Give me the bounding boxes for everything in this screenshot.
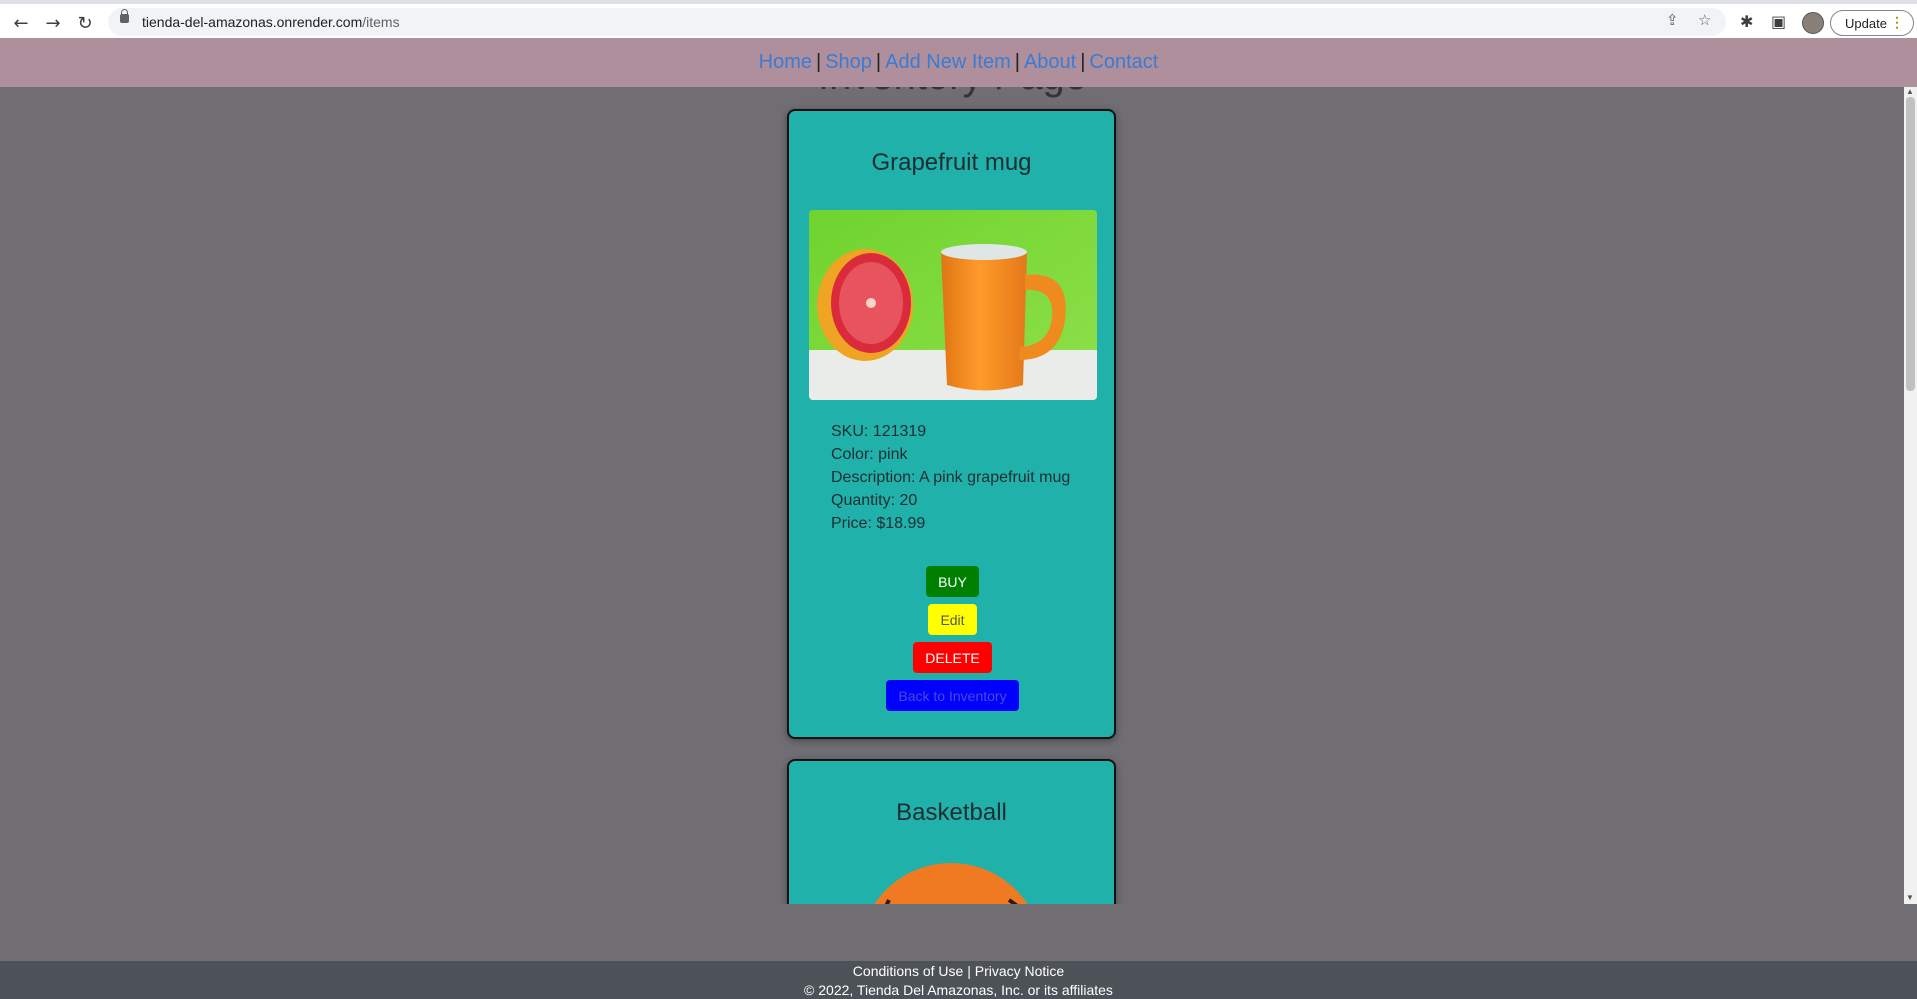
back-to-inventory-button[interactable]: Back to Inventory <box>886 680 1019 711</box>
nav-separator: | <box>1014 51 1020 73</box>
item-image-grapefruit-mug <box>809 210 1097 400</box>
bookmark-star-icon[interactable]: ☆ <box>1698 11 1711 29</box>
forward-arrow-icon[interactable]: → <box>40 10 66 36</box>
nav-link-home[interactable]: Home <box>759 51 812 74</box>
side-panel-icon[interactable]: ▣ <box>1771 12 1786 31</box>
item-sku: SKU: 121319 <box>831 423 927 440</box>
item-image-basketball <box>809 860 1097 904</box>
main-content: Inventory Page Grapefruit mug <box>0 87 1917 904</box>
item-details: SKU: 121319 Color: pink Description: A p… <box>831 420 1070 535</box>
privacy-notice-link[interactable]: Privacy Notice <box>975 963 1064 979</box>
reload-icon[interactable]: ↻ <box>72 10 98 36</box>
item-card-basketball: Basketball <box>787 759 1116 904</box>
basketball-photo <box>874 863 1028 904</box>
item-card-grapefruit-mug: Grapefruit mug SKU: 121319 Color: pink D… <box>787 109 1116 739</box>
extensions-puzzle-icon[interactable]: ✱ <box>1740 12 1753 31</box>
profile-avatar[interactable] <box>1802 12 1824 34</box>
share-icon[interactable]: ⇪ <box>1666 11 1679 29</box>
item-title: Grapefruit mug <box>871 149 1032 176</box>
nav-link-shop[interactable]: Shop <box>825 51 872 74</box>
item-title: Basketball <box>896 799 1007 826</box>
url-path: /items <box>362 14 400 30</box>
address-bar[interactable]: tienda-del-amazonas.onrender.com/items ⇪… <box>108 8 1726 36</box>
item-price: Price: $18.99 <box>831 515 926 532</box>
update-button[interactable]: Update ⋮ <box>1830 10 1914 36</box>
item-quantity: Quantity: 20 <box>831 492 918 509</box>
url-host: tienda-del-amazonas.onrender.com <box>142 14 363 30</box>
menu-kebab-icon: ⋮ <box>1890 14 1904 30</box>
scroll-up-arrow-icon[interactable]: ▲ <box>1906 87 1914 96</box>
lock-icon <box>120 9 129 23</box>
page-scrollbar[interactable]: ▲ ▼ <box>1904 87 1917 904</box>
nav-link-contact[interactable]: Contact <box>1089 51 1158 74</box>
item-color: Color: pink <box>831 446 908 463</box>
url-text[interactable]: tienda-del-amazonas.onrender.com/items <box>142 14 400 30</box>
scroll-down-arrow-icon[interactable]: ▼ <box>1906 893 1914 902</box>
nav-separator: | <box>875 51 882 73</box>
browser-toolbar: ← → ↻ tienda-del-amazonas.onrender.com/i… <box>0 0 1917 38</box>
footer-links: Conditions of Use | Privacy Notice <box>0 963 1917 979</box>
scrollbar-thumb[interactable] <box>1906 97 1915 391</box>
copyright-text: © 2022, Tienda Del Amazonas, Inc. or its… <box>804 982 1113 998</box>
conditions-of-use-link[interactable]: Conditions of Use <box>853 963 964 979</box>
nav-separator: | <box>1080 51 1086 73</box>
site-footer: Conditions of Use | Privacy Notice © 202… <box>0 961 1917 999</box>
footer-separator: | <box>967 963 971 979</box>
buy-button[interactable]: BUY <box>926 566 979 597</box>
nav-separator: | <box>816 51 822 73</box>
site-navigation: Home | Shop | Add New Item | About | Con… <box>0 38 1917 87</box>
nav-link-add-new-item[interactable]: Add New Item <box>885 51 1011 74</box>
back-arrow-icon[interactable]: ← <box>8 10 34 36</box>
edit-button[interactable]: Edit <box>928 604 977 635</box>
update-label: Update <box>1845 15 1887 31</box>
nav-link-about[interactable]: About <box>1024 51 1076 74</box>
delete-button[interactable]: DELETE <box>913 642 992 673</box>
item-description: Description: A pink grapefruit mug <box>831 469 1071 486</box>
grapefruit-mug-photo <box>809 210 1097 400</box>
page-title: Inventory Page <box>0 87 1905 99</box>
